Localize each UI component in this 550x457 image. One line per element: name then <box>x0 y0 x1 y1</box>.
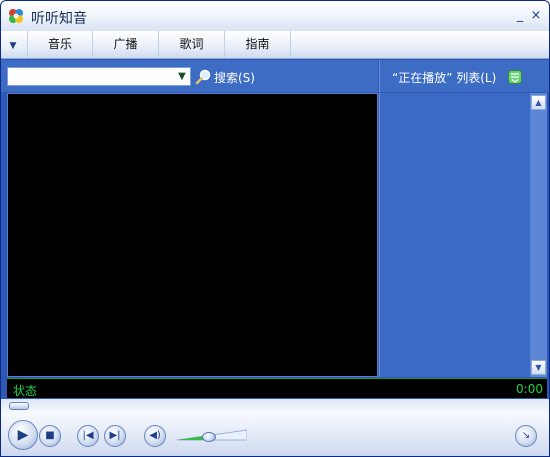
tab-guide[interactable]: 指南 <box>225 31 291 58</box>
scroll-up-button[interactable]: ▲ <box>531 95 546 110</box>
previous-button[interactable]: |◀ <box>77 425 99 447</box>
playlist-header: “正在播放” 列表(L) <box>379 60 549 92</box>
list-menu-icon[interactable] <box>508 70 522 84</box>
search-dropdown-icon[interactable]: ▼ <box>174 68 190 85</box>
playback-controls: ▶ ■ |◀ ▶| ◀) ↘ <box>1 413 549 456</box>
status-text: 状态 <box>13 384 38 398</box>
now-playing-list-button[interactable]: “正在播放” 列表(L) <box>392 69 496 86</box>
tab-music[interactable]: 音乐 <box>27 31 93 58</box>
mute-button[interactable]: ◀) <box>144 425 166 447</box>
stop-button[interactable]: ■ <box>39 425 61 447</box>
menu-bar: ▼ 音乐 广播 歌词 指南 <box>1 31 549 59</box>
search-bar: ▼ 搜索(S) <box>1 60 378 92</box>
app-logo-icon <box>7 7 25 25</box>
search-button[interactable]: 搜索(S) <box>214 69 255 86</box>
next-button[interactable]: ▶| <box>104 425 126 447</box>
play-button[interactable]: ▶ <box>8 420 38 450</box>
minimize-button[interactable]: _ <box>513 9 527 23</box>
close-button[interactable]: × <box>529 9 543 23</box>
title-bar[interactable]: 听听知音 _ × <box>1 1 549 31</box>
elapsed-time: 0:00 <box>516 382 543 396</box>
search-input[interactable] <box>8 68 172 85</box>
tab-radio[interactable]: 广播 <box>93 31 159 58</box>
search-combobox[interactable]: ▼ <box>7 67 191 86</box>
volume-thumb[interactable] <box>202 432 216 442</box>
volume-slider[interactable] <box>176 428 248 442</box>
magnifier-icon[interactable] <box>195 69 211 85</box>
scroll-down-button[interactable]: ▼ <box>531 360 546 375</box>
player-window: 听听知音 _ × ▼ 音乐 广播 歌词 指南 ▼ 搜索(S) “正在播放” 列表… <box>0 0 550 457</box>
window-title: 听听知音 <box>31 11 87 27</box>
status-bar: 状态 0:00 <box>7 378 547 398</box>
tab-lyrics[interactable]: 歌词 <box>159 31 225 58</box>
seek-thumb[interactable] <box>9 402 29 410</box>
playlist-scrollbar[interactable]: ▲ ▼ <box>530 93 547 377</box>
playlist-panel[interactable] <box>379 93 530 377</box>
chevron-down-icon[interactable]: ▼ <box>7 40 19 52</box>
video-display[interactable] <box>7 93 378 377</box>
switch-mini-mode-button[interactable]: ↘ <box>515 425 537 447</box>
seek-bar[interactable] <box>1 399 549 413</box>
